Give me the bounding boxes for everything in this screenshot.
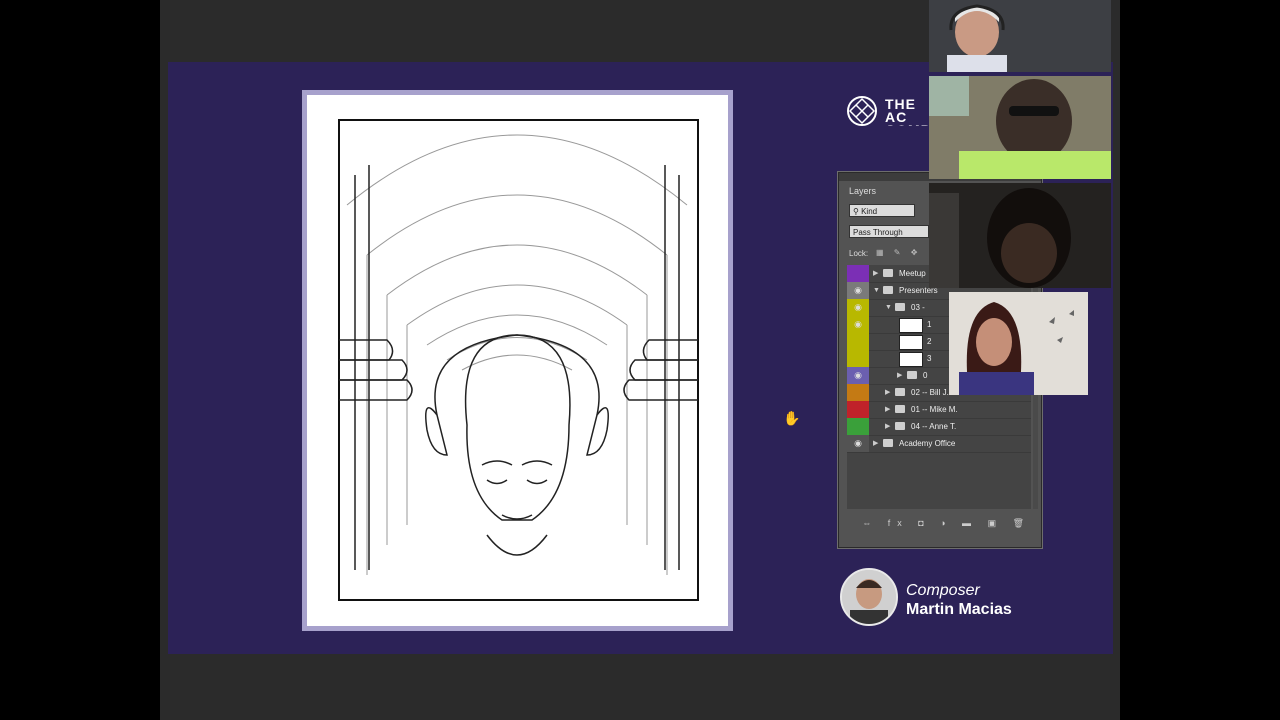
layer-name: 1 [927, 320, 932, 329]
chevron-down-icon[interactable]: ▼ [873, 282, 880, 299]
filter-kind-select[interactable]: ⚲ Kind [849, 204, 915, 217]
layer-thumbnail [899, 318, 923, 333]
layer-thumbnail [899, 352, 923, 367]
visibility-eye-icon[interactable] [847, 418, 869, 435]
composer-role: Composer [906, 582, 980, 599]
layer-name: Meetup [899, 269, 926, 278]
video-tile-participant-2 [929, 76, 1111, 179]
folder-icon [883, 439, 893, 447]
composer-name: Martin Macias [906, 601, 1012, 618]
layer-name: 04 -- Anne T. [911, 422, 957, 431]
visibility-eye-icon[interactable] [847, 333, 869, 350]
academy-logo-icon [847, 96, 877, 126]
participant-video [929, 76, 1111, 179]
chevron-right-icon[interactable]: ▶ [897, 367, 902, 384]
video-tile-participant-3 [929, 183, 1111, 288]
visibility-eye-icon[interactable] [847, 350, 869, 367]
layer-name: 3 [927, 354, 932, 363]
chevron-right-icon[interactable]: ▶ [873, 265, 878, 282]
chevron-down-icon[interactable]: ▼ [885, 299, 892, 316]
video-tile-participant-1 [929, 0, 1111, 72]
folder-icon [895, 303, 905, 311]
chevron-right-icon[interactable]: ▶ [873, 435, 878, 452]
visibility-eye-icon[interactable]: ◉ [847, 435, 869, 452]
layers-tab[interactable]: Layers [845, 185, 881, 197]
layer-row[interactable]: ◉ ▶ Academy Office [847, 435, 1031, 453]
folder-icon [883, 269, 893, 277]
visibility-eye-icon[interactable] [847, 265, 869, 282]
blend-mode-select[interactable]: Pass Through [849, 225, 929, 238]
participant-video [929, 183, 1111, 288]
folder-icon [895, 405, 905, 413]
chevron-right-icon[interactable]: ▶ [885, 418, 890, 435]
filter-kind-label: Kind [861, 207, 878, 216]
participant-video [949, 292, 1088, 395]
layer-name: 0 [923, 371, 928, 380]
folder-icon [883, 286, 893, 294]
participant-video [929, 0, 1111, 72]
panel-footer-actions[interactable]: ⇔ fx ◘ ◑ ▬ ▣ 🗑 [847, 515, 1031, 531]
layer-name: 2 [927, 337, 932, 346]
visibility-eye-icon[interactable]: ◉ [847, 299, 869, 316]
video-tile-participant-4 [949, 292, 1088, 395]
folder-icon [907, 371, 917, 379]
lock-label: Lock: [849, 249, 869, 258]
line-art-illustration [338, 119, 699, 601]
search-icon: ⚲ [853, 207, 862, 216]
hand-cursor-icon: ✋ [783, 410, 801, 426]
visibility-eye-icon[interactable]: ◉ [847, 316, 869, 333]
layer-name: 01 -- Mike M. [911, 405, 958, 414]
composer-photo [842, 570, 896, 624]
logo-text: THE AC COMP [885, 98, 930, 126]
visibility-eye-icon[interactable] [847, 384, 869, 401]
layer-row[interactable]: ▶ 04 -- Anne T. [847, 418, 1031, 436]
layer-thumbnail [899, 335, 923, 350]
folder-icon [895, 422, 905, 430]
layer-name: Academy Office [899, 439, 956, 448]
folder-icon [895, 388, 905, 396]
layer-row[interactable]: ▶ 01 -- Mike M. [847, 401, 1031, 419]
visibility-eye-icon[interactable] [847, 401, 869, 418]
chevron-right-icon[interactable]: ▶ [885, 384, 890, 401]
artwork-canvas [307, 95, 728, 626]
layer-name: 03 - [911, 303, 925, 312]
visibility-eye-icon[interactable]: ◉ [847, 282, 869, 299]
chevron-right-icon[interactable]: ▶ [885, 401, 890, 418]
academy-logo: THE AC COMP [846, 95, 930, 129]
avatar [840, 568, 898, 626]
layer-name: 02 -- Bill J. [911, 388, 949, 397]
visibility-eye-icon[interactable]: ◉ [847, 367, 869, 384]
